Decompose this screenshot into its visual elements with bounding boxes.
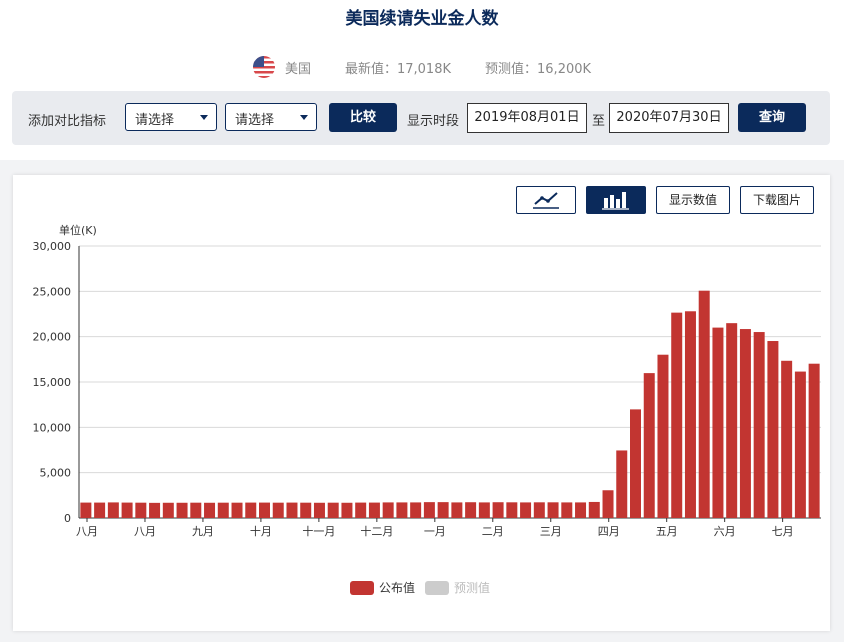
bar [739, 329, 751, 518]
bar [520, 502, 532, 518]
indicator-select-1[interactable]: 请选择 [125, 103, 217, 131]
bar [355, 502, 367, 518]
y-tick-label: 0 [64, 512, 71, 525]
bar [162, 502, 174, 518]
bar [80, 502, 92, 518]
bar [286, 502, 298, 518]
country-name: 美国 [284, 61, 311, 77]
x-tick-label: 八月 [76, 525, 98, 538]
bar [588, 501, 600, 518]
x-tick-label: 五月 [656, 525, 678, 538]
legend-published[interactable]: 公布值 [379, 579, 415, 596]
compare-button[interactable]: 比较 [329, 103, 397, 132]
legend-forecast[interactable]: 预测值 [454, 579, 490, 596]
y-tick-label: 15,000 [33, 376, 72, 389]
x-tick-label: 十二月 [360, 524, 393, 538]
period-label: 显示时段 [407, 114, 460, 129]
bar [231, 502, 243, 518]
caret-down-icon [300, 115, 308, 120]
bar [657, 354, 669, 518]
bar [245, 502, 257, 518]
bar [726, 323, 738, 518]
bar [149, 502, 161, 518]
bar [300, 502, 312, 518]
caret-down-icon [200, 115, 208, 120]
bar [272, 502, 284, 518]
bar [712, 327, 724, 518]
query-button[interactable]: 查询 [738, 103, 806, 132]
bar [616, 450, 628, 518]
forecast-value: 预测值：16,200K [485, 61, 592, 77]
bar [533, 502, 545, 518]
us-flag-icon [252, 56, 275, 78]
bar [684, 311, 696, 518]
x-tick-label: 七月 [772, 525, 794, 538]
legend-swatch-published [350, 580, 374, 595]
bar [396, 502, 408, 518]
bar [575, 502, 587, 518]
bar [313, 502, 325, 518]
x-tick-label: 八月 [134, 525, 156, 538]
bar [176, 502, 188, 518]
bar [423, 502, 435, 518]
y-tick-label: 10,000 [33, 421, 72, 434]
bar [671, 312, 683, 518]
bar [204, 502, 216, 518]
meta-row: 美国 最新值：17,018K 预测值：16,200K [0, 56, 844, 78]
bar [382, 502, 394, 518]
bar [259, 502, 270, 518]
y-tick-label: 20,000 [33, 331, 72, 344]
bar [630, 409, 641, 518]
bar [135, 502, 147, 518]
bar [547, 502, 559, 518]
bar [190, 502, 202, 518]
bar [94, 502, 106, 518]
compare-label: 添加对比指标 [28, 114, 107, 129]
bar [341, 502, 353, 518]
x-tick-label: 六月 [714, 525, 736, 538]
bar [451, 502, 463, 518]
bar [437, 502, 449, 518]
to-label: 至 [592, 114, 606, 129]
bar [602, 490, 614, 518]
x-tick-label: 一月 [424, 525, 446, 538]
bar [217, 502, 229, 518]
y-tick-label: 5,000 [40, 467, 72, 480]
bar [121, 502, 133, 518]
x-tick-label: 三月 [540, 525, 562, 538]
end-date-input[interactable]: 2020年07月30日 [609, 103, 729, 133]
bar [478, 502, 490, 518]
y-tick-label: 25,000 [33, 285, 72, 298]
start-date-input[interactable]: 2019年08月01日 [467, 103, 587, 133]
x-tick-label: 二月 [482, 525, 504, 538]
bar [767, 341, 779, 518]
latest-value: 最新值：17,018K [344, 61, 451, 77]
page-title: 美国续请失业金人数 [345, 9, 499, 29]
bar [410, 502, 422, 518]
bar [368, 502, 380, 518]
chart-card: 显示数值 下载图片 单位(K) 0 5,000 10,000 15,000 20,000… [13, 175, 830, 631]
bar [107, 502, 119, 518]
bar [794, 371, 806, 518]
y-tick-label: 30,000 [33, 240, 72, 253]
bar [327, 502, 339, 518]
bar [643, 373, 655, 518]
bar [492, 502, 504, 518]
bar [561, 502, 573, 518]
filter-toolbar: 添加对比指标 请选择 请选择 比较 显示时段 2019年08月01日 至 202… [12, 91, 830, 145]
x-tick-label: 十一月 [302, 524, 335, 538]
x-tick-label: 九月 [192, 525, 214, 538]
bar [781, 360, 793, 518]
x-tick-label: 四月 [598, 525, 620, 538]
bar [808, 363, 820, 518]
x-tick-label: 十月 [250, 524, 272, 538]
bar [465, 502, 477, 518]
bar [753, 332, 765, 518]
bar [506, 502, 518, 518]
bar-chart: 0 5,000 10,000 15,000 20,000 25,000 30,000 八月 八月… [33, 240, 821, 538]
indicator-select-2[interactable]: 请选择 [225, 103, 317, 131]
legend-swatch-forecast [425, 580, 450, 595]
bar [698, 290, 710, 518]
chart-legend: 公布值 预测值 [350, 579, 490, 596]
